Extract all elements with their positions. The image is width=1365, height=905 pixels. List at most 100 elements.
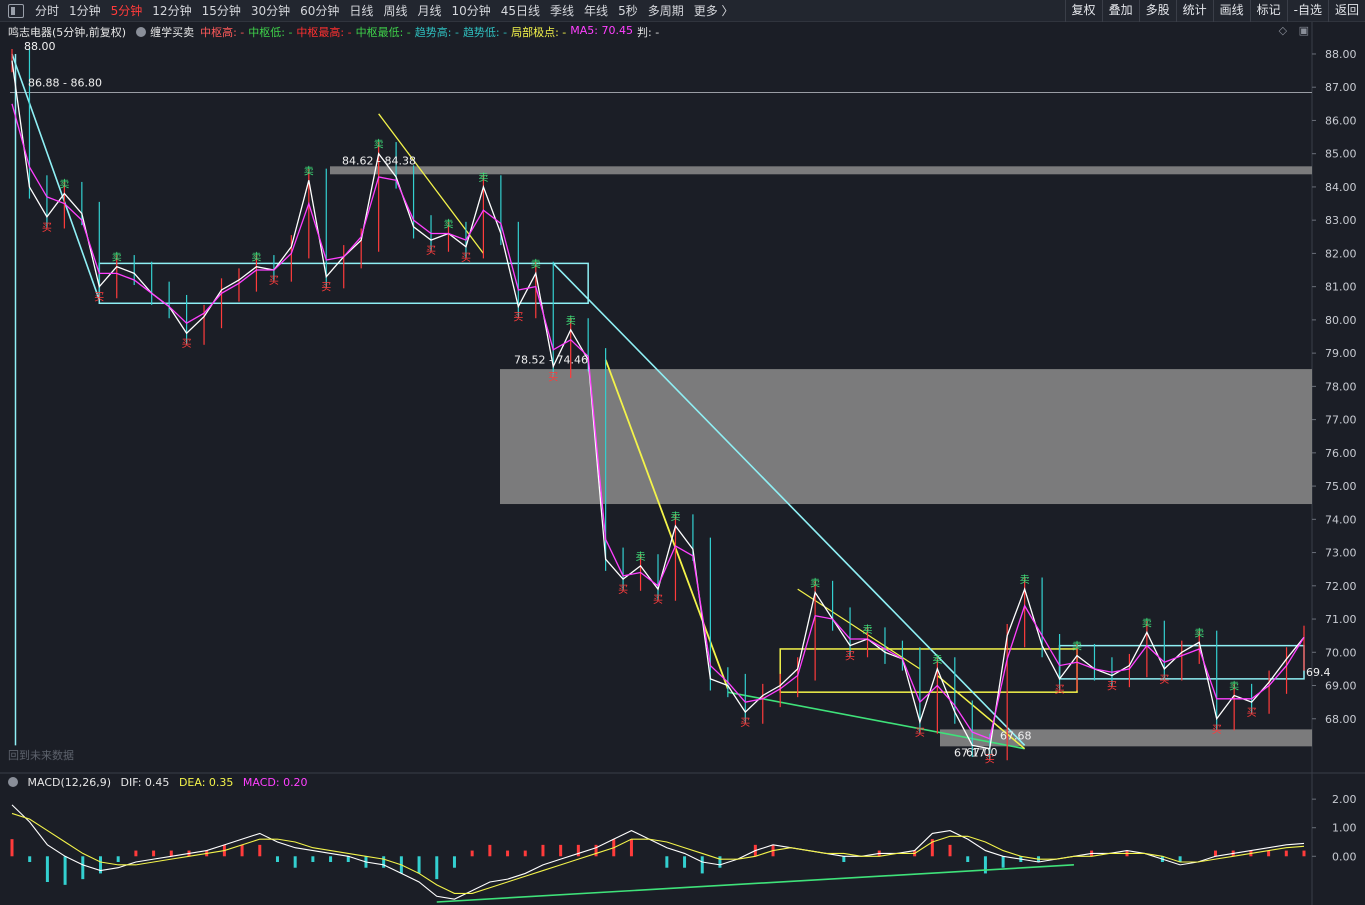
buy-marker: 买 (1107, 681, 1117, 693)
future-data-label[interactable]: 回到未来数据 (8, 747, 74, 763)
sell-marker: 卖 (1229, 680, 1239, 692)
price-annotation: 67.68 (1000, 729, 1032, 742)
y-tick-label: 78.00 (1325, 380, 1357, 393)
period-tab[interactable]: 多周期 (643, 0, 689, 22)
y-tick-label: 87.00 (1325, 81, 1357, 94)
toolbar-button[interactable]: 画线 (1212, 0, 1250, 22)
period-tab[interactable]: 15分钟 (197, 0, 246, 22)
period-tab[interactable]: 更多 〉 (689, 0, 739, 22)
toolbar-right: 复权 叠加 多股 统计 画线 标记 -自选 返回 (1064, 0, 1365, 22)
buy-marker: 买 (1055, 684, 1065, 696)
y-tick-label: 79.00 (1325, 347, 1357, 360)
y-tick-label: 73.00 (1325, 547, 1357, 560)
y-tick-label: 83.00 (1325, 214, 1357, 227)
chart-canvas: 88.00 87.00 86.00 85.00 84.00 83.00 82.00 81.00… (0, 22, 1365, 905)
sell-marker: 卖 (59, 179, 69, 191)
y-tick-label: 77.00 (1325, 414, 1357, 427)
stroke-yellow-4 (797, 588, 921, 670)
buy-marker: 买 (269, 275, 279, 287)
period-tab[interactable]: 分时 (30, 0, 64, 22)
dea-line (11, 812, 1305, 894)
buy-marker: 买 (426, 245, 436, 257)
buy-marker: 买 (94, 292, 104, 304)
macd-dif: DIF: 0.45 (120, 776, 170, 789)
buy-marker: 买 (182, 338, 192, 350)
buy-marker: 买 (915, 727, 925, 739)
toolbar-button[interactable]: 统计 (1175, 0, 1213, 22)
sell-marker: 卖 (443, 218, 453, 230)
sell-marker: 卖 (304, 165, 314, 177)
buy-marker: 买 (618, 584, 628, 596)
period-tab[interactable]: 45日线 (496, 0, 545, 22)
toolbar-button[interactable]: 叠加 (1101, 0, 1139, 22)
macd-tick-label: 0.00 (1332, 850, 1357, 863)
sell-marker: 卖 (1142, 617, 1152, 629)
period-tab[interactable]: 5分钟 (106, 0, 148, 22)
y-tick-label: 71.00 (1325, 613, 1357, 626)
period-tab[interactable]: 月线 (412, 0, 446, 22)
buy-marker: 买 (513, 312, 523, 324)
sell-marker: 卖 (374, 139, 384, 151)
pivot-box-2 (779, 648, 1078, 693)
price-annotation: 86.88 - 86.80 (28, 77, 102, 90)
macd-value: MACD: 0.20 (242, 776, 308, 789)
y-tick-label: 75.00 (1325, 480, 1357, 493)
macd-tick-label: 2.00 (1332, 793, 1357, 806)
y-tick-label: 88.00 (1325, 48, 1357, 61)
period-tab[interactable]: 周线 (378, 0, 412, 22)
y-tick-label: 70.00 (1325, 646, 1357, 659)
macd-settings-icon[interactable] (8, 777, 18, 787)
down-trend-line (552, 262, 1026, 746)
sell-marker: 卖 (1020, 574, 1030, 586)
buy-marker: 买 (740, 717, 750, 729)
toolbar-button[interactable]: 返回 (1327, 0, 1365, 22)
price-annotation: 84.62 - 84.38 (342, 154, 416, 167)
y-tick-label: 86.00 (1325, 114, 1357, 127)
sell-marker: 卖 (863, 624, 873, 636)
zone-84 (330, 166, 1312, 175)
sell-marker: 卖 (251, 252, 261, 264)
sell-marker: 卖 (932, 654, 942, 666)
period-tab[interactable]: 5秒 (613, 0, 643, 22)
toolbar-button[interactable]: 标记 (1249, 0, 1287, 22)
buy-marker: 买 (845, 651, 855, 663)
toolbar-button[interactable]: 多股 (1138, 0, 1176, 22)
period-tab[interactable]: 10分钟 (446, 0, 495, 22)
buy-marker: 买 (321, 282, 331, 294)
period-tab[interactable]: 年线 (579, 0, 613, 22)
sell-marker: 卖 (478, 172, 488, 184)
period-tab[interactable]: 12分钟 (147, 0, 196, 22)
y-tick-label: 68.00 (1325, 713, 1357, 726)
price-annotation: 88.00 (24, 40, 56, 53)
y-tick-label: 85.00 (1325, 148, 1357, 161)
macd-legend: MACD(12,26,9) DIF: 0.45 DEA: 0.35 MACD: … (8, 776, 314, 789)
zone-78 (500, 369, 1312, 505)
macd-tick-label: 1.00 (1332, 822, 1357, 835)
buy-marker: 买 (548, 371, 558, 383)
toolbar-button[interactable]: 复权 (1064, 0, 1102, 22)
y-tick-label: 69.00 (1325, 680, 1357, 693)
y-tick-label: 80.00 (1325, 314, 1357, 327)
sell-marker: 卖 (1194, 627, 1204, 639)
y-tick-label: 81.00 (1325, 281, 1357, 294)
down-stroke-1 (11, 53, 101, 301)
sell-marker: 卖 (531, 258, 541, 270)
period-tab[interactable]: 1分钟 (64, 0, 106, 22)
buy-marker: 买 (653, 594, 663, 606)
sell-marker: 卖 (636, 551, 646, 563)
period-tab[interactable]: 60分钟 (295, 0, 344, 22)
y-tick-label: 74.00 (1325, 513, 1357, 526)
y-tick-label: 76.00 (1325, 447, 1357, 460)
sell-marker: 卖 (810, 577, 820, 589)
buy-marker: 买 (1212, 724, 1222, 736)
toolbar-button[interactable]: -自选 (1286, 0, 1328, 22)
period-tab[interactable]: 季线 (545, 0, 579, 22)
y-tick-label: 82.00 (1325, 247, 1357, 260)
buy-marker: 买 (1159, 674, 1169, 686)
buy-marker: 买 (1247, 707, 1257, 719)
period-tab[interactable]: 日线 (344, 0, 378, 22)
panel-toggle-icon[interactable] (8, 3, 24, 18)
price-annotation: 78.52 - 74.46 (514, 354, 588, 367)
period-toolbar: 分时 1分钟 5分钟 12分钟 15分钟 30分钟 60分钟 日线 周线 月线 10分钟 45日线 季线… (0, 0, 1365, 22)
period-tab[interactable]: 30分钟 (246, 0, 295, 22)
